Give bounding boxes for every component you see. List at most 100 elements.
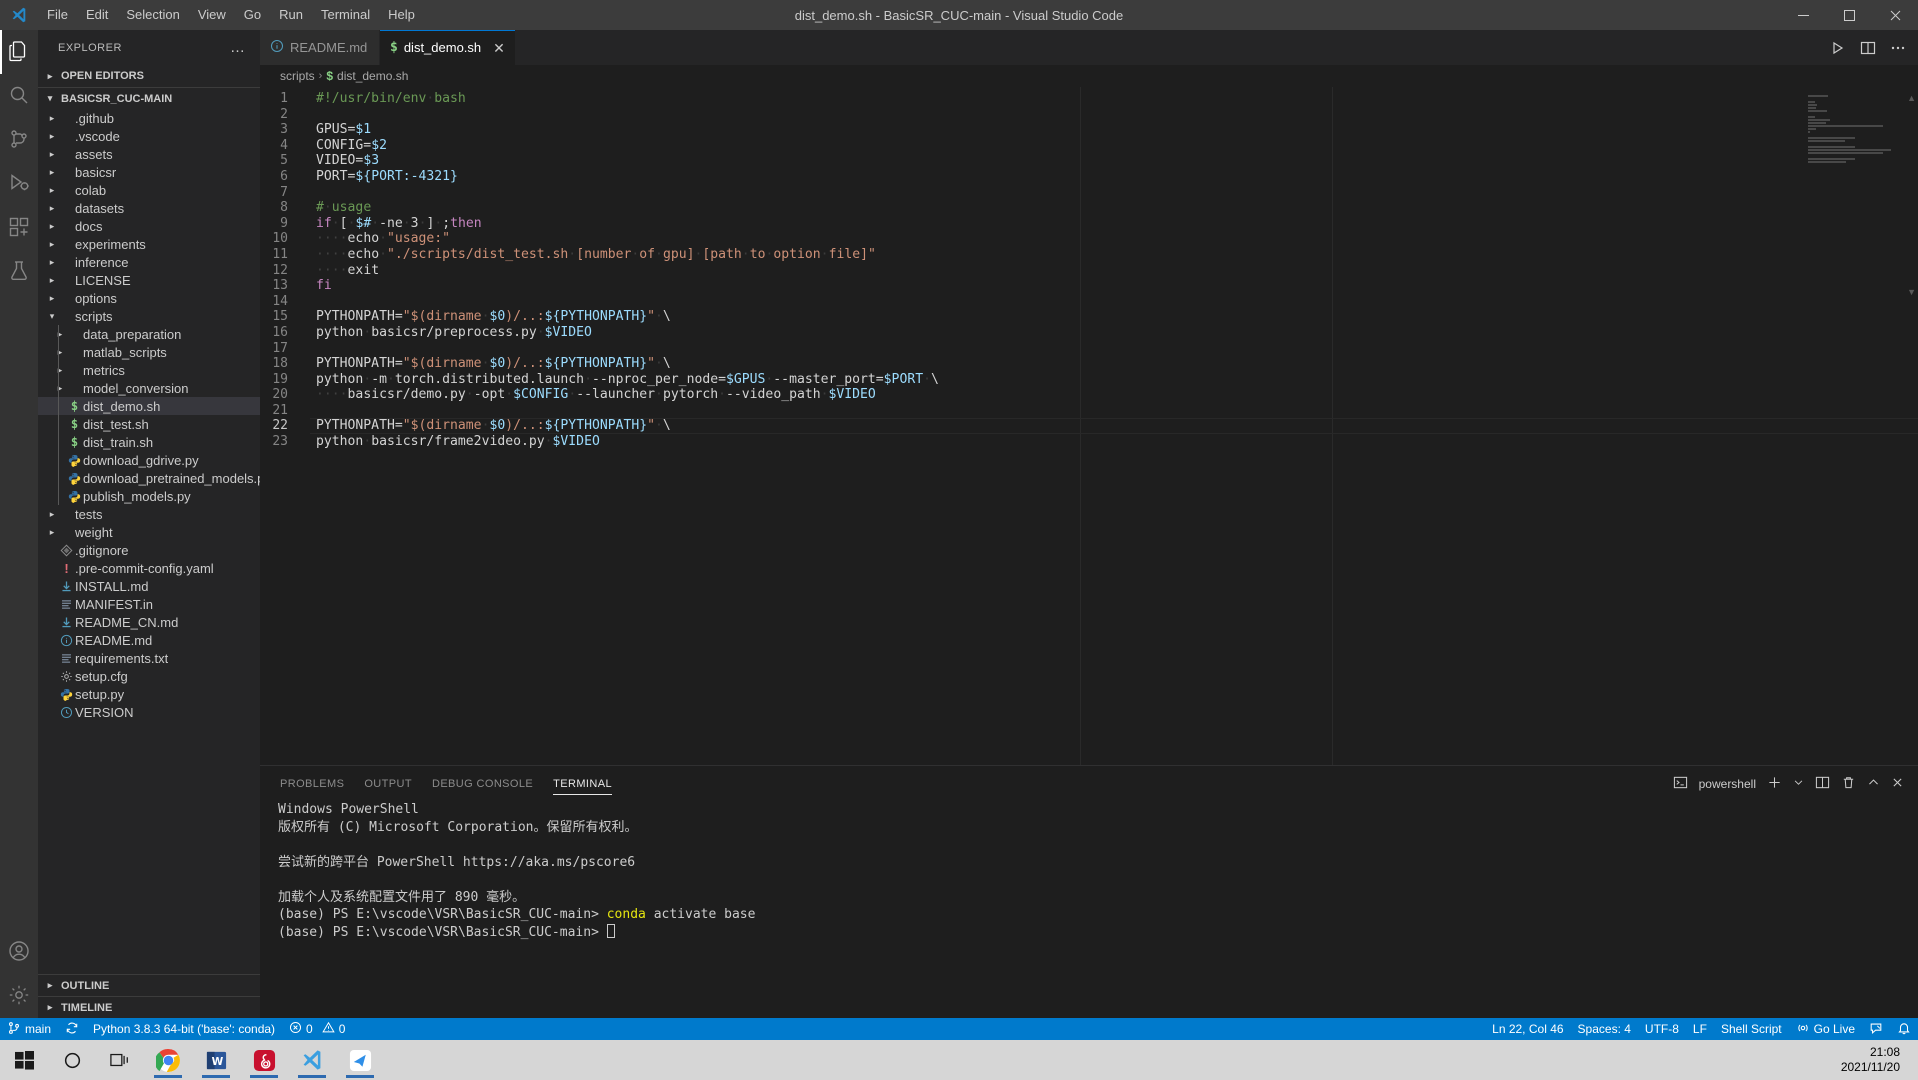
file-tree[interactable]: ▸ .github ▸ .vscode ▸ assets ▸ basicsr ▸ colab ▸ da…	[38, 109, 260, 974]
taskbar-word[interactable]: W	[192, 1040, 240, 1080]
tree-item-setup-py[interactable]: setup.py	[38, 685, 260, 703]
tree-item-license[interactable]: ▸ LICENSE	[38, 271, 260, 289]
breadcrumb-file[interactable]: dist_demo.sh	[337, 69, 408, 83]
split-editor-icon[interactable]	[1860, 40, 1876, 56]
tree-item-datasets[interactable]: ▸ datasets	[38, 199, 260, 217]
split-terminal-icon[interactable]	[1815, 775, 1830, 793]
code-line[interactable]: 21	[260, 403, 1918, 419]
menu-run[interactable]: Run	[270, 2, 312, 28]
status-feedback[interactable]	[1862, 1018, 1890, 1040]
tree-item-readme-cn-md[interactable]: README_CN.md	[38, 613, 260, 631]
tree-item-github[interactable]: ▸ .github	[38, 109, 260, 127]
terminal-shell-name[interactable]: powershell	[1699, 777, 1756, 791]
code-line[interactable]: 6 PORT=${PORT:-4321}	[260, 169, 1918, 185]
code-line[interactable]: 23 python·basicsr/frame2video.py·$VIDEO	[260, 434, 1918, 450]
sidebar-more-actions-icon[interactable]: …	[230, 39, 252, 56]
tree-item-colab[interactable]: ▸ colab	[38, 181, 260, 199]
code-line[interactable]: 9 if·[·$#·-ne·3·]·;then	[260, 216, 1918, 232]
menu-view[interactable]: View	[189, 2, 235, 28]
code-line[interactable]: 2	[260, 107, 1918, 123]
tree-item-experiments[interactable]: ▸ experiments	[38, 235, 260, 253]
tree-item-pre-commit-config-yaml[interactable]: ! .pre-commit-config.yaml	[38, 559, 260, 577]
activity-testing[interactable]	[0, 250, 38, 294]
code-line[interactable]: 16 python·basicsr/preprocess.py·$VIDEO	[260, 325, 1918, 341]
tab-dist-demo[interactable]: $ dist_demo.sh ✕	[380, 30, 516, 65]
tab-debug-console[interactable]: DEBUG CONSOLE	[432, 766, 533, 801]
code-line[interactable]: 19 python·-m·torch.distributed.launch·--n…	[260, 372, 1918, 388]
menu-terminal[interactable]: Terminal	[312, 2, 379, 28]
code-line[interactable]: 5 VIDEO=$3	[260, 153, 1918, 169]
status-python-interpreter[interactable]: Python 3.8.3 64-bit ('base': conda)	[86, 1018, 282, 1040]
tree-item-manifest-in[interactable]: MANIFEST.in	[38, 595, 260, 613]
tab-problems[interactable]: PROBLEMS	[280, 766, 344, 801]
code-line[interactable]: 15 PYTHONPATH="$(dirname·$0)/..:${PYTHONP…	[260, 309, 1918, 325]
status-notifications[interactable]	[1890, 1018, 1918, 1040]
section-outline[interactable]: ▸ OUTLINE	[38, 974, 260, 996]
menu-file[interactable]: File	[38, 2, 77, 28]
section-timeline[interactable]: ▸ TIMELINE	[38, 996, 260, 1018]
kill-terminal-icon[interactable]	[1841, 775, 1856, 793]
taskbar-app-blue[interactable]	[336, 1040, 384, 1080]
activity-run-debug[interactable]	[0, 162, 38, 206]
activity-search[interactable]	[0, 74, 38, 118]
tree-item-options[interactable]: ▸ options	[38, 289, 260, 307]
tree-item-inference[interactable]: ▸ inference	[38, 253, 260, 271]
more-actions-icon[interactable]	[1890, 40, 1906, 56]
maximize-panel-icon[interactable]	[1867, 776, 1880, 792]
tree-item-dist-demo-sh[interactable]: $ dist_demo.sh	[38, 397, 260, 415]
code-line[interactable]: 4 CONFIG=$2	[260, 138, 1918, 154]
tree-item-docs[interactable]: ▸ docs	[38, 217, 260, 235]
tree-item-dist-train-sh[interactable]: $ dist_train.sh	[38, 433, 260, 451]
status-cursor-position[interactable]: Ln 22, Col 46	[1485, 1018, 1570, 1040]
tree-item-install-md[interactable]: INSTALL.md	[38, 577, 260, 595]
section-folder[interactable]: ▾ BASICSR_CUC-MAIN	[38, 87, 260, 109]
tree-item-matlab-scripts[interactable]: ▸ matlab_scripts	[38, 343, 260, 361]
tree-item-model-conversion[interactable]: ▸ model_conversion	[38, 379, 260, 397]
code-line[interactable]: 7	[260, 185, 1918, 201]
start-button[interactable]	[0, 1040, 48, 1080]
tree-item-tests[interactable]: ▸ tests	[38, 505, 260, 523]
code-line[interactable]: 17	[260, 341, 1918, 357]
status-language-mode[interactable]: Shell Script	[1714, 1018, 1789, 1040]
taskbar-netease-music[interactable]	[240, 1040, 288, 1080]
taskbar-clock[interactable]: 21:08 2021/11/20	[1841, 1045, 1918, 1075]
activity-source-control[interactable]	[0, 118, 38, 162]
code-line[interactable]: 20 ····basicsr/demo.py·-opt·$CONFIG·--lau…	[260, 387, 1918, 403]
tree-item-metrics[interactable]: ▸ metrics	[38, 361, 260, 379]
tree-item-setup-cfg[interactable]: setup.cfg	[38, 667, 260, 685]
tree-item-dist-test-sh[interactable]: $ dist_test.sh	[38, 415, 260, 433]
task-view-button[interactable]	[96, 1040, 144, 1080]
menu-edit[interactable]: Edit	[77, 2, 117, 28]
code-line[interactable]: 3 GPUS=$1	[260, 122, 1918, 138]
tab-close-icon[interactable]: ✕	[493, 41, 505, 55]
status-problems[interactable]: 0 0	[282, 1018, 352, 1040]
status-eol[interactable]: LF	[1686, 1018, 1714, 1040]
tree-item-vscode[interactable]: ▸ .vscode	[38, 127, 260, 145]
tree-item-weight[interactable]: ▸ weight	[38, 523, 260, 541]
code-editor[interactable]: 1 #!/usr/bin/env·bash 2 3 GPUS=$1 4 CONFIG=$2 5…	[260, 87, 1918, 765]
taskbar-chrome[interactable]	[144, 1040, 192, 1080]
cortana-search-button[interactable]	[48, 1040, 96, 1080]
tree-item-data-preparation[interactable]: ▸ data_preparation	[38, 325, 260, 343]
tree-item-assets[interactable]: ▸ assets	[38, 145, 260, 163]
activity-accounts[interactable]	[0, 930, 38, 974]
code-line[interactable]: 8 #·usage	[260, 200, 1918, 216]
taskbar-vscode[interactable]	[288, 1040, 336, 1080]
tree-item-basicsr[interactable]: ▸ basicsr	[38, 163, 260, 181]
menu-help[interactable]: Help	[379, 2, 424, 28]
code-line[interactable]: 1 #!/usr/bin/env·bash	[260, 91, 1918, 107]
chevron-down-icon[interactable]	[1793, 776, 1804, 791]
tab-readme[interactable]: README.md	[260, 30, 380, 65]
tree-item-publish-models-py[interactable]: publish_models.py	[38, 487, 260, 505]
tree-item-readme-md[interactable]: README.md	[38, 631, 260, 649]
tree-item-download-pretrained-models-py[interactable]: download_pretrained_models.py	[38, 469, 260, 487]
section-open-editors[interactable]: ▸ OPEN EDITORS	[38, 65, 260, 87]
breadcrumb[interactable]: scripts › $ dist_demo.sh	[260, 65, 1918, 87]
scroll-down-icon[interactable]: ▼	[1907, 287, 1916, 297]
tab-output[interactable]: OUTPUT	[364, 766, 412, 801]
activity-explorer[interactable]	[0, 30, 38, 74]
minimize-button[interactable]	[1780, 0, 1826, 30]
activity-settings[interactable]	[0, 974, 38, 1018]
status-go-live[interactable]: Go Live	[1789, 1018, 1862, 1040]
status-branch[interactable]: main	[0, 1018, 58, 1040]
